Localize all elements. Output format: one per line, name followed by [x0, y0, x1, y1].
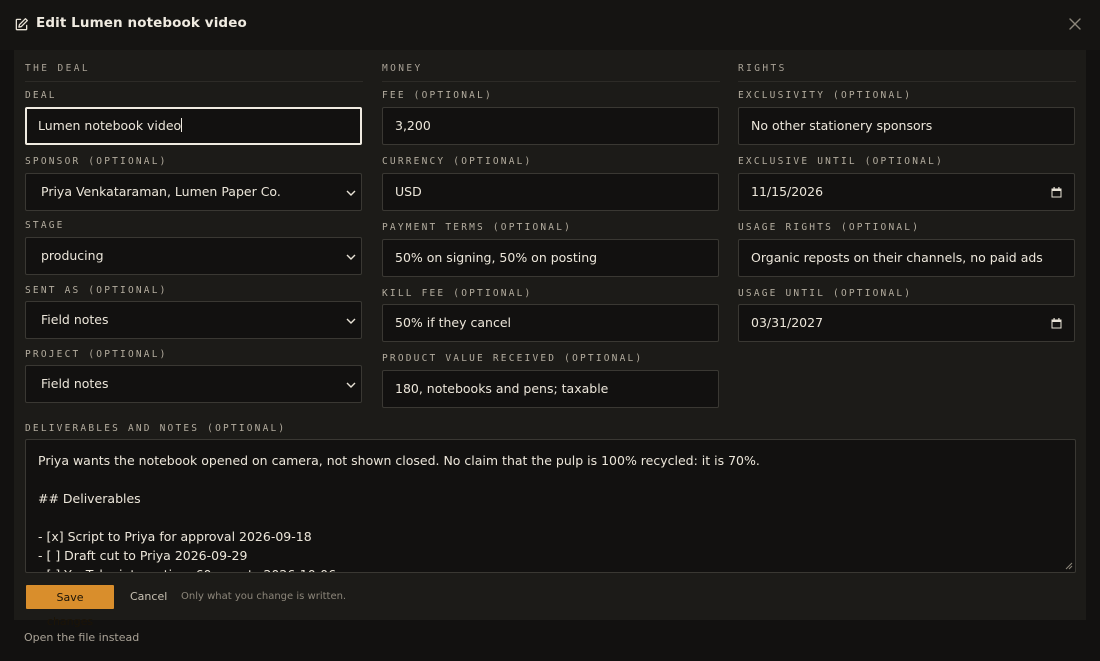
stage-label: STAGE [25, 220, 65, 231]
fee-label: FEE (OPTIONAL) [382, 90, 493, 101]
chevron-down-icon [346, 190, 356, 196]
notes-line: - [ ] YouTube integration, 60s, posts 20… [38, 565, 1063, 572]
notes-textarea[interactable]: Priya wants the notebook opened on camer… [25, 439, 1076, 573]
cancel-button[interactable]: Cancel [130, 590, 167, 603]
section-heading-money: MONEY [382, 63, 720, 82]
sent-as-value: Field notes [41, 312, 109, 327]
sent-as-select[interactable]: Field notes [25, 301, 362, 339]
calendar-icon[interactable] [1051, 318, 1062, 329]
usage-rights-label: USAGE RIGHTS (OPTIONAL) [738, 222, 921, 233]
currency-label: CURRENCY (OPTIONAL) [382, 156, 533, 167]
notes-line [38, 470, 1063, 489]
exclusive-until-label: EXCLUSIVE UNTIL (OPTIONAL) [738, 156, 944, 167]
save-button[interactable]: Save changes [26, 585, 114, 628]
usage-until-value: 03/31/2027 [751, 315, 824, 330]
notes-line: Priya wants the notebook opened on camer… [38, 453, 760, 468]
open-file-link[interactable]: Open the file instead [24, 631, 139, 644]
kill-fee-input[interactable]: 50% if they cancel [382, 304, 719, 342]
notes-line [38, 508, 1063, 527]
currency-input[interactable]: USD [382, 173, 719, 211]
project-value: Field notes [41, 376, 109, 391]
product-value-input[interactable]: 180, notebooks and pens; taxable [382, 370, 719, 408]
text-caret [181, 118, 183, 132]
edit-icon [15, 18, 28, 31]
resize-handle-icon[interactable] [1065, 562, 1073, 570]
exclusive-until-value: 11/15/2026 [751, 184, 824, 199]
calendar-icon[interactable] [1051, 187, 1062, 198]
stage-value: producing [41, 248, 104, 263]
deal-name-input[interactable]: Lumen notebook video [25, 107, 362, 145]
product-value-label: PRODUCT VALUE RECEIVED (OPTIONAL) [382, 353, 644, 364]
sponsor-select[interactable]: Priya Venkataraman, Lumen Paper Co. [25, 173, 362, 211]
exclusivity-input[interactable]: No other stationery sponsors [738, 107, 1075, 145]
close-icon[interactable] [1068, 17, 1082, 31]
sponsor-label: SPONSOR (OPTIONAL) [25, 156, 168, 167]
kill-fee-label: KILL FEE (OPTIONAL) [382, 288, 533, 299]
section-heading-rights: RIGHTS [738, 63, 1076, 82]
usage-until-label: USAGE UNTIL (OPTIONAL) [738, 288, 913, 299]
fee-input[interactable]: 3,200 [382, 107, 719, 145]
chevron-down-icon [346, 254, 356, 260]
sent-as-label: SENT AS (OPTIONAL) [25, 285, 168, 296]
project-label: PROJECT (OPTIONAL) [25, 349, 168, 360]
notes-line: ## Deliverables [38, 491, 141, 506]
payment-terms-input[interactable]: 50% on signing, 50% on posting [382, 239, 719, 277]
notes-line: - [ ] Draft cut to Priya 2026-09-29 [38, 548, 248, 563]
page-title: Edit Lumen notebook video [36, 15, 247, 31]
exclusivity-label: EXCLUSIVITY (OPTIONAL) [738, 90, 913, 101]
deal-label: DEAL [25, 90, 57, 101]
stage-select[interactable]: producing [25, 237, 362, 275]
section-heading-deal: THE DEAL [25, 63, 363, 82]
sponsor-value: Priya Venkataraman, Lumen Paper Co. [41, 184, 281, 199]
project-select[interactable]: Field notes [25, 365, 362, 403]
usage-rights-input[interactable]: Organic reposts on their channels, no pa… [738, 239, 1075, 277]
deal-name-value: Lumen notebook video [38, 118, 182, 133]
notes-label: DELIVERABLES AND NOTES (OPTIONAL) [25, 423, 287, 434]
exclusive-until-date-input[interactable]: 11/15/2026 [738, 173, 1075, 211]
usage-until-date-input[interactable]: 03/31/2027 [738, 304, 1075, 342]
dialog-header: Edit Lumen notebook video [0, 0, 1100, 50]
chevron-down-icon [346, 318, 356, 324]
payment-terms-label: PAYMENT TERMS (OPTIONAL) [382, 222, 573, 233]
notes-line: - [x] Script to Priya for approval 2026-… [38, 529, 312, 544]
chevron-down-icon [346, 382, 356, 388]
save-hint: Only what you change is written. [181, 591, 347, 602]
